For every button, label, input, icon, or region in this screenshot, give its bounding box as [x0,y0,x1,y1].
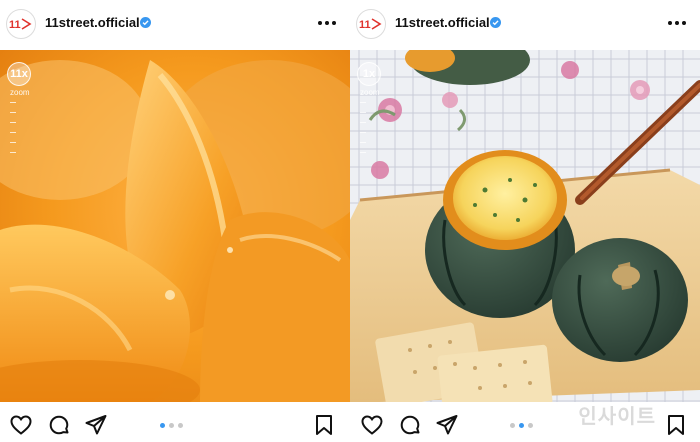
comment-icon[interactable] [398,413,422,437]
instagram-post-right: 11 11street.official 1x zoom [350,0,700,442]
carousel-dot [519,423,524,428]
carousel-dot [178,423,183,428]
svg-text:11: 11 [9,19,21,31]
post-media[interactable]: 11x zoom [0,50,350,402]
carousel-dot [510,423,515,428]
post-media[interactable]: 1x zoom [350,50,700,402]
zoom-label: zoom [360,88,380,97]
zoom-slider[interactable] [10,102,67,153]
verified-icon [490,17,501,28]
zoom-label: zoom [10,88,30,97]
bookmark-icon[interactable] [664,413,688,437]
zoom-indicator: 1x zoom [357,62,417,162]
post-header: 11 11street.official [0,0,350,50]
carousel-dot [528,423,533,428]
heart-icon[interactable] [360,413,384,437]
carousel-indicator [160,423,183,428]
verified-icon [140,17,151,28]
share-icon[interactable] [84,413,108,437]
watermark: 인사이트 [578,406,656,428]
more-options-icon[interactable] [318,14,336,32]
heart-icon[interactable] [9,413,33,437]
brand-logo: 11 [359,18,382,31]
carousel-dot [169,423,174,428]
bookmark-icon[interactable] [312,413,336,437]
comment-icon[interactable] [47,413,71,437]
profile-avatar[interactable]: 11 [6,9,36,39]
username[interactable]: 11street.official [395,15,490,30]
share-icon[interactable] [435,413,459,437]
post-actions [0,402,350,442]
post-header: 11 11street.official [350,0,700,50]
zoom-badge[interactable]: 1x [357,62,381,86]
svg-text:11: 11 [359,19,371,31]
zoom-slider[interactable] [360,102,417,153]
zoom-indicator: 11x zoom [7,62,67,162]
profile-avatar[interactable]: 11 [356,9,386,39]
instagram-post-left: 11 11street.official 11x zoom [0,0,350,442]
carousel-dot [160,423,165,428]
zoom-badge[interactable]: 11x [7,62,31,86]
brand-logo: 11 [9,18,32,31]
more-options-icon[interactable] [668,14,686,32]
carousel-indicator [510,423,533,428]
username[interactable]: 11street.official [45,15,140,30]
